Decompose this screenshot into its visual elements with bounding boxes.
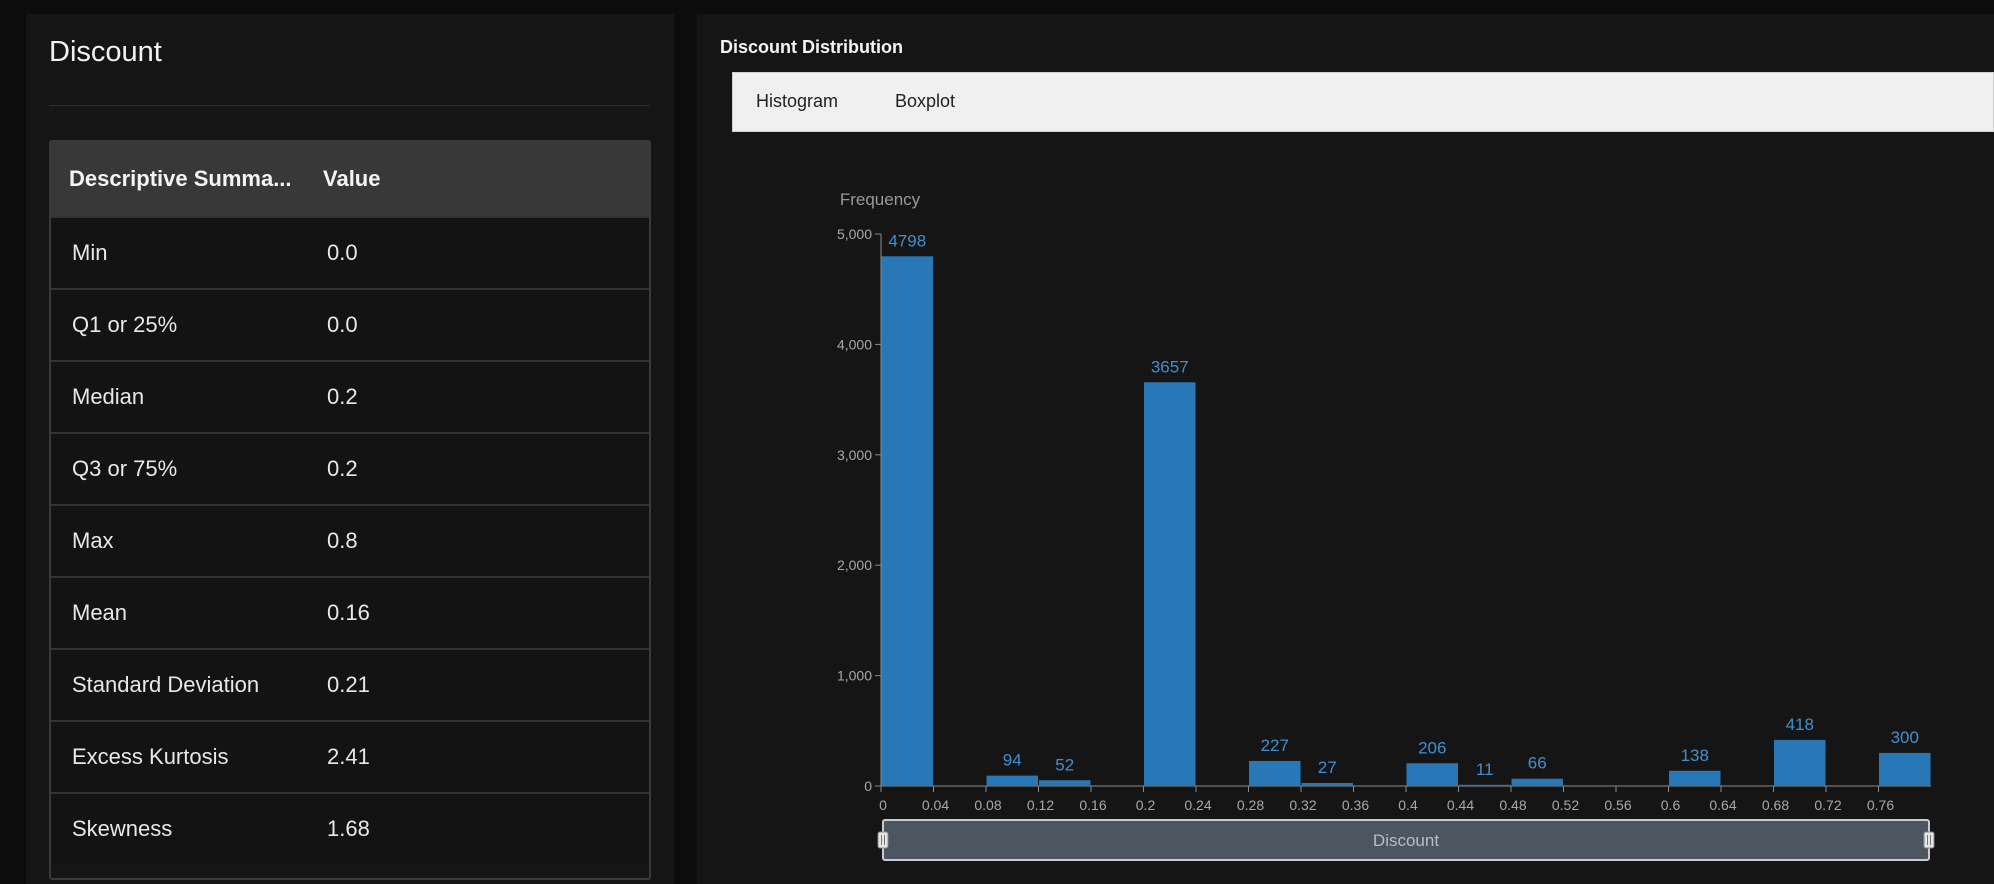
distribution-panel: Discount Distribution Histogram Boxplot …	[697, 14, 1994, 884]
x-tick-label: 0.48	[1499, 797, 1526, 813]
row-value: 0.0	[327, 312, 358, 337]
x-tick-label: 0	[879, 797, 887, 813]
summary-panel: Discount Descriptive Summa... Value Min …	[26, 14, 674, 884]
table-row: Max 0.8	[51, 504, 649, 576]
histogram-bar	[1249, 760, 1301, 786]
x-tick-label: 0.24	[1184, 797, 1211, 813]
x-axis-label: Discount	[1373, 831, 1439, 850]
row-value: 1.68	[327, 816, 370, 841]
row-value: 0.21	[327, 672, 370, 697]
bar-value-label: 4798	[888, 231, 926, 250]
x-tick-label: 0.32	[1289, 797, 1316, 813]
row-label: Excess Kurtosis	[72, 744, 229, 769]
range-brush[interactable]: Discount	[877, 819, 1935, 861]
handle-grip	[1923, 831, 1935, 849]
x-tick-label: 0.2	[1136, 797, 1156, 813]
bar-value-label: 206	[1418, 738, 1446, 757]
histogram-chart: Frequency 0 1,000 2,000 3,000 4,000 5,000 0 0.04…	[837, 190, 1935, 861]
table-row: Min 0.0	[51, 216, 649, 288]
histogram-bar	[1406, 763, 1458, 786]
bar-value-label: 66	[1528, 754, 1547, 773]
row-label: Q1 or 25%	[72, 312, 178, 337]
table-row: Mean 0.16	[51, 576, 649, 648]
table-row: Skewness 1.68	[51, 792, 649, 864]
row-label: Standard Deviation	[72, 672, 260, 697]
chart-axes: Frequency 0 1,000 2,000 3,000 4,000 5,000 0 0.04…	[837, 190, 1931, 813]
row-value: 0.0	[327, 240, 358, 265]
histogram-bar	[1459, 784, 1511, 786]
bar-value-label: 3657	[1151, 357, 1189, 376]
histogram-bar	[1511, 778, 1563, 786]
y-axis-label: Frequency	[840, 190, 921, 209]
brush-handle-right[interactable]	[1923, 831, 1935, 849]
x-tick-label: 0.72	[1814, 797, 1841, 813]
row-value: 2.41	[327, 744, 370, 769]
brush-handle-left[interactable]	[877, 831, 889, 849]
row-value: 0.2	[327, 384, 358, 409]
bar-value-label: 418	[1786, 715, 1814, 734]
x-tick-label: 0.28	[1237, 797, 1264, 813]
y-tick-label: 1,000	[837, 668, 872, 684]
x-tick-label: 0.08	[974, 797, 1001, 813]
x-tick-label: 0.76	[1867, 797, 1894, 813]
bar-value-label: 300	[1891, 728, 1919, 747]
y-tick-label: 3,000	[837, 447, 872, 463]
histogram-bar	[1669, 770, 1721, 786]
x-tick-label: 0.36	[1342, 797, 1369, 813]
y-tick-label: 5,000	[837, 226, 872, 242]
chart-bars: 4798 94 52 3657 227 27 206 11 66 138 418 300	[881, 231, 1931, 786]
histogram-bar	[1301, 783, 1353, 786]
y-tick-label: 4,000	[837, 336, 872, 352]
bar-value-label: 11	[1476, 760, 1494, 779]
histogram-bar	[881, 256, 933, 786]
table-row: Excess Kurtosis 2.41	[51, 720, 649, 792]
handle-grip	[877, 831, 889, 849]
column-header-value[interactable]: Value	[299, 166, 380, 192]
histogram-bar	[1039, 780, 1091, 786]
descriptive-summary-table: Descriptive Summa... Value Min 0.0 Q1 or…	[49, 140, 651, 880]
table-row: Standard Deviation 0.21	[51, 648, 649, 720]
bar-value-label: 138	[1681, 746, 1709, 765]
x-tick-label: 0.56	[1604, 797, 1631, 813]
divider	[49, 105, 650, 106]
bar-value-label: 27	[1318, 758, 1337, 777]
x-tick-label: 0.68	[1762, 797, 1789, 813]
histogram-bar	[1879, 752, 1931, 786]
x-tick-label: 0.52	[1552, 797, 1579, 813]
histogram-bar	[1144, 382, 1196, 786]
row-label: Skewness	[72, 816, 173, 841]
row-value: 0.2	[327, 456, 358, 481]
x-tick-label: 0.44	[1447, 797, 1474, 813]
x-tick-label: 0.12	[1027, 797, 1054, 813]
x-tick-label: 0.6	[1661, 797, 1681, 813]
bar-value-label: 227	[1261, 736, 1289, 755]
table-row: Median 0.2	[51, 360, 649, 432]
histogram-bar	[986, 775, 1038, 786]
x-tick-label: 0.04	[922, 797, 949, 813]
panel-title: Discount	[49, 36, 162, 68]
table-row: Q1 or 25% 0.0	[51, 288, 649, 360]
row-label: Q3 or 75%	[72, 456, 178, 481]
row-value: 0.16	[327, 600, 370, 625]
x-tick-label: 0.64	[1709, 797, 1736, 813]
histogram-bar	[1774, 739, 1826, 786]
bar-value-label: 94	[1003, 751, 1022, 770]
x-tick-label: 0.16	[1079, 797, 1106, 813]
row-label: Mean	[72, 600, 128, 625]
x-tick-label: 0.4	[1398, 797, 1418, 813]
table-row: Q3 or 75% 0.2	[51, 432, 649, 504]
row-label: Max	[72, 528, 114, 553]
row-label: Median	[72, 384, 145, 409]
y-tick-label: 2,000	[837, 557, 872, 573]
column-header-summary[interactable]: Descriptive Summa...	[51, 166, 299, 192]
table-header: Descriptive Summa... Value	[51, 142, 649, 216]
y-tick-label: 0	[864, 778, 872, 794]
row-label: Min	[72, 240, 108, 265]
bar-value-label: 52	[1055, 755, 1074, 774]
row-value: 0.8	[327, 528, 358, 553]
